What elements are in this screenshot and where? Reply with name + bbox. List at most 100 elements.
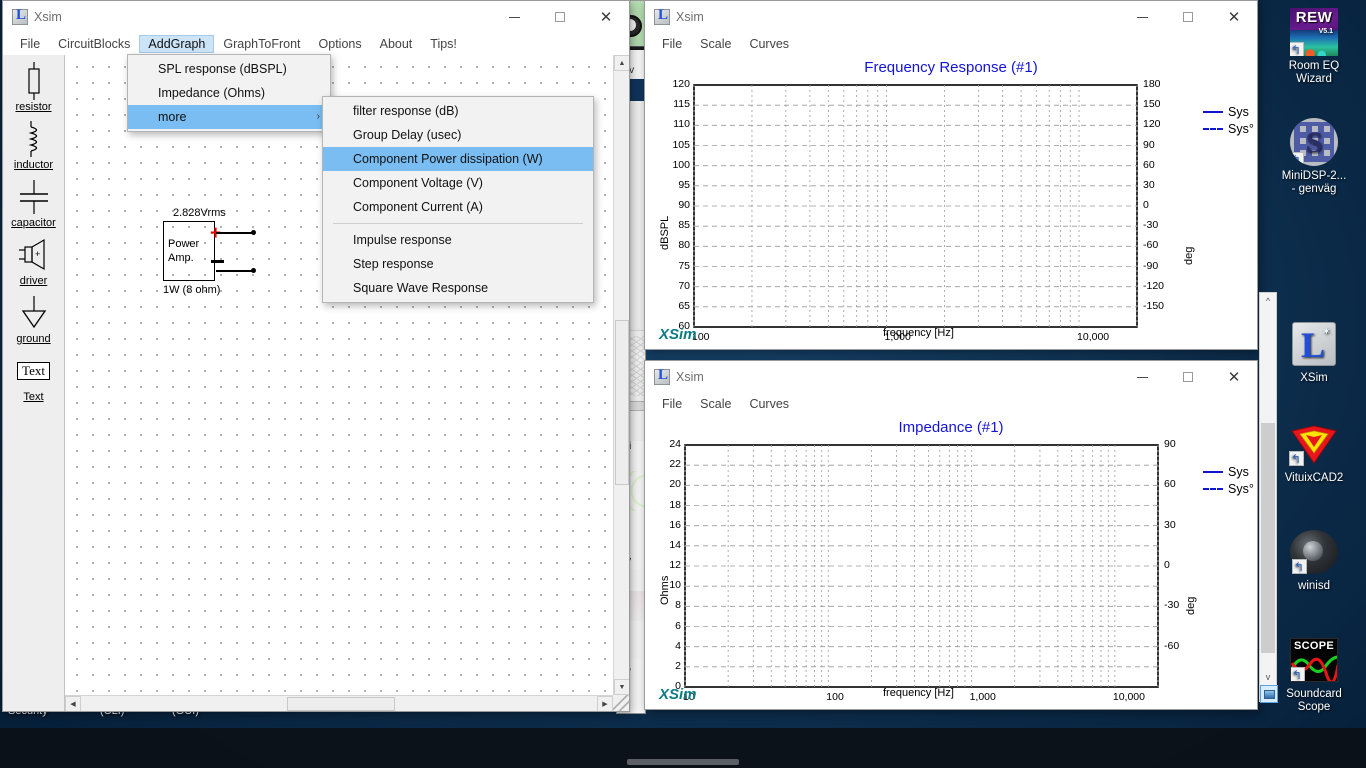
titlebar[interactable]: Xsim ✕ <box>645 1 1257 33</box>
submenu-item-step-response[interactable]: Step response <box>323 252 593 276</box>
menu-graphtofront[interactable]: GraphToFront <box>214 35 309 53</box>
canvas-vscrollbar[interactable]: ▲ ▼ <box>613 55 629 695</box>
submenu-item-component-power-dissipation[interactable]: Component Power dissipation (W) <box>323 147 593 171</box>
submenu-item-square-wave-response[interactable]: Square Wave Response <box>323 276 593 300</box>
window-title: Xsim <box>34 10 62 24</box>
rew-version-text: V5.1 <box>1319 25 1333 38</box>
menu-file[interactable]: File <box>653 395 691 413</box>
more-submenu[interactable]: filter response (dB) Group Delay (usec) … <box>322 96 594 303</box>
xsim-watermark: XSim <box>659 326 697 343</box>
y2-tick: 180 <box>1143 78 1161 90</box>
impedance-window[interactable]: Xsim ✕ File Scale Curves Impedance (#1) … <box>644 360 1258 710</box>
scroll-thumb[interactable] <box>1261 423 1275 653</box>
palette-item-inductor[interactable]: inductor <box>5 119 63 171</box>
node-dot-top[interactable] <box>251 230 256 235</box>
palette-item-capacitor[interactable]: capacitor <box>5 177 63 229</box>
maximize-button[interactable] <box>1165 1 1211 33</box>
desktop-icon-label: Soundcard Scope <box>1266 688 1362 714</box>
close-button[interactable]: ✕ <box>583 1 629 33</box>
vscroll-thumb[interactable] <box>615 320 629 485</box>
submenu-item-component-voltage[interactable]: Component Voltage (V) <box>323 171 593 195</box>
menu-item-impedance[interactable]: Impedance (Ohms) <box>128 81 330 105</box>
graph-menubar: File Scale Curves <box>645 393 1257 415</box>
scroll-down-button[interactable]: v <box>1260 669 1276 685</box>
y2-tick: 120 <box>1143 118 1161 130</box>
x-tick: 10,000 <box>1077 331 1109 343</box>
legend-label-sys-phase: Sys° <box>1228 122 1254 136</box>
minimize-button[interactable] <box>1119 361 1165 393</box>
menu-curves[interactable]: Curves <box>740 395 798 413</box>
titlebar[interactable]: Xsim ✕ <box>3 1 629 33</box>
menu-item-spl-response[interactable]: SPL response (dBSPL) <box>128 57 330 81</box>
x-axis-label: frequency [Hz] <box>883 687 954 699</box>
y-tick: 65 <box>660 300 690 312</box>
palette-label: Text <box>5 391 63 403</box>
app-icon <box>12 9 28 25</box>
app-icon <box>654 9 670 25</box>
y2-tick: -120 <box>1143 280 1164 292</box>
close-button[interactable]: ✕ <box>1211 361 1257 393</box>
menu-circuitblocks[interactable]: CircuitBlocks <box>49 35 139 53</box>
desktop-icon-soundcard-scope[interactable]: SCOPE Soundcard Scope <box>1266 636 1362 714</box>
desktop-icon-vituixcad2[interactable]: VituixCAD2 <box>1266 420 1362 485</box>
canvas-hscrollbar[interactable]: ◀ ▶ <box>65 695 613 711</box>
vituixcad-icon <box>1290 420 1338 468</box>
addgraph-dropdown[interactable]: SPL response (dBSPL) Impedance (Ohms) mo… <box>127 54 331 132</box>
text-icon-glyph: Text <box>17 362 50 380</box>
plot-area[interactable]: Frequency Response (#1) 1201151101051009… <box>645 55 1257 349</box>
desktop-icon-xsim[interactable]: L✶ XSim <box>1266 320 1362 385</box>
frequency-response-window[interactable]: Xsim ✕ File Scale Curves Frequency Respo… <box>644 0 1258 350</box>
desktop-icon-winisd[interactable]: winisd <box>1266 528 1362 593</box>
node-dot-bottom[interactable] <box>251 268 256 273</box>
submenu-item-component-current[interactable]: Component Current (A) <box>323 195 593 219</box>
palette-label: driver <box>5 275 63 287</box>
hscroll-thumb[interactable] <box>287 697 395 711</box>
submenu-item-impulse-response[interactable]: Impulse response <box>323 228 593 252</box>
window-controls: ✕ <box>1119 361 1257 393</box>
scroll-down-button[interactable]: ▼ <box>614 679 629 695</box>
menu-item-more[interactable]: more › <box>128 105 330 129</box>
palette-item-resistor[interactable]: resistor <box>5 61 63 113</box>
amp-box[interactable]: Power Amp. + <box>163 221 215 281</box>
submenu-item-filter-response[interactable]: filter response (dB) <box>323 99 593 123</box>
palette-item-ground[interactable]: ground <box>5 293 63 345</box>
palette-item-driver[interactable]: + driver <box>5 235 63 287</box>
scroll-right-button[interactable]: ▶ <box>597 696 613 711</box>
scroll-up-button[interactable]: ▲ <box>614 55 629 71</box>
menu-file[interactable]: File <box>11 35 49 53</box>
taskbar[interactable] <box>0 728 1366 768</box>
menu-addgraph[interactable]: AddGraph <box>139 35 214 53</box>
minimize-button[interactable] <box>491 1 537 33</box>
y-tick: 4 <box>651 640 681 652</box>
desktop-icon-label: VituixCAD2 <box>1266 472 1362 485</box>
titlebar[interactable]: Xsim ✕ <box>645 361 1257 393</box>
taskbar-handle[interactable] <box>627 759 739 765</box>
menu-curves[interactable]: Curves <box>740 35 798 53</box>
power-amp-block[interactable]: 2.828Vrms Power Amp. + 1W (8 ohm) <box>163 207 226 296</box>
maximize-button[interactable] <box>537 1 583 33</box>
minimize-button[interactable] <box>1119 1 1165 33</box>
menu-scale[interactable]: Scale <box>691 395 740 413</box>
desktop-icon-room-eq-wizard[interactable]: REW V5.1 Room EQ Wizard <box>1266 8 1362 86</box>
palette-item-text[interactable]: Text Text <box>5 351 63 403</box>
menu-file[interactable]: File <box>653 35 691 53</box>
close-button[interactable]: ✕ <box>1211 1 1257 33</box>
y2-tick: 60 <box>1143 159 1155 171</box>
resize-grip[interactable] <box>613 695 629 711</box>
svg-text:+: + <box>35 249 40 259</box>
scroll-up-button[interactable]: ^ <box>1260 293 1276 309</box>
scroll-left-button[interactable]: ◀ <box>65 696 81 711</box>
x-axis-label: frequency [Hz] <box>883 327 954 339</box>
desktop-icon-minidsp[interactable]: S MiniDSP-2... - genväg <box>1266 118 1362 196</box>
menu-scale[interactable]: Scale <box>691 35 740 53</box>
plot-area[interactable]: Impedance (#1) 242220181614121086420 906… <box>645 415 1257 709</box>
window-title: Xsim <box>676 370 704 384</box>
menu-tips[interactable]: Tips! <box>421 35 466 53</box>
desktop-pane-scrollbar[interactable]: ^ v <box>1259 292 1277 702</box>
legend-label-sys: Sys <box>1228 465 1249 479</box>
view-toggle-button[interactable] <box>1260 685 1278 703</box>
maximize-button[interactable] <box>1165 361 1211 393</box>
submenu-item-group-delay[interactable]: Group Delay (usec) <box>323 123 593 147</box>
menu-options[interactable]: Options <box>310 35 371 53</box>
menu-about[interactable]: About <box>371 35 422 53</box>
